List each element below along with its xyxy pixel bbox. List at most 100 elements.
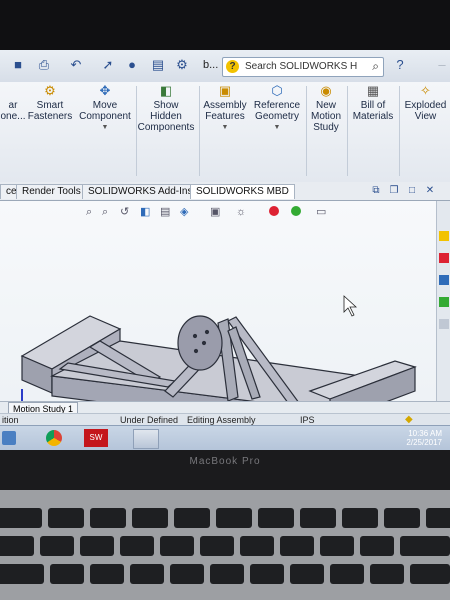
- file-explorer-icon[interactable]: [439, 275, 449, 285]
- ribbon-icon: [4, 84, 22, 98]
- ribbon-divider: [347, 86, 348, 176]
- dynamic-annotation-icon: ▤: [160, 206, 170, 218]
- frame-model[interactable]: [20, 315, 417, 432]
- keyboard: [0, 490, 450, 600]
- exploded-view-button[interactable]: ✧ Exploded View: [401, 84, 450, 123]
- new-motion-study-button[interactable]: ◉ New Motion Study: [306, 83, 346, 134]
- view-palette-icon[interactable]: [439, 297, 449, 307]
- keyboard-key: [280, 536, 314, 556]
- view-toolbar[interactable]: ⌕ ⌕ ↺ ◧ ▤ ◈ ▣ ☼ ▭: [86, 206, 326, 218]
- move-component-button[interactable]: ✥ Move Component ▼: [74, 84, 136, 133]
- search-input[interactable]: Search SOLIDWORKS H: [245, 61, 357, 72]
- show-hidden-components-button[interactable]: ◧ Show Hidden Components: [136, 83, 196, 134]
- assembly-features-icon: ▣: [218, 83, 232, 98]
- rebuild-status-icon[interactable]: ◆: [405, 414, 413, 425]
- zoom-fit-icon: ⌕: [86, 206, 92, 218]
- clock-time: 10:36 AM: [408, 429, 442, 438]
- chevron-down-icon[interactable]: ▼: [74, 122, 136, 133]
- keyboard-key: [250, 564, 284, 584]
- assembly-features-button[interactable]: ▣ Assembly Features ▼: [201, 84, 249, 133]
- solidworks-taskbar-icon[interactable]: SW: [84, 429, 108, 447]
- display-style-icon: ▣: [210, 206, 220, 218]
- section-view-icon: ◧: [140, 206, 150, 218]
- keyboard-key: [370, 564, 404, 584]
- tab-solidworks-add-ins[interactable]: SOLIDWORKS Add-Ins: [82, 184, 199, 199]
- restore-icon[interactable]: ❐: [386, 183, 402, 199]
- keyboard-key: [320, 536, 354, 556]
- assembly-features-label: Assembly Features: [203, 100, 247, 122]
- keyboard-key: [300, 508, 336, 528]
- print-icon[interactable]: ⎙: [36, 57, 52, 73]
- maximize-icon[interactable]: □: [404, 183, 420, 199]
- assembly-model: ⌕ ⌕ ↺ ◧ ▤ ◈ ▣ ☼ ▭: [13, 206, 417, 432]
- bill-of-materials-label: Bill of Materials: [352, 100, 394, 122]
- help-menu-icon[interactable]: ?: [392, 57, 408, 73]
- appearances-icon[interactable]: [439, 319, 449, 329]
- status-units[interactable]: IPS: [300, 415, 315, 425]
- system-clock[interactable]: 10:36 AM 2/25/2017: [406, 429, 442, 447]
- keyboard-key: [0, 564, 44, 584]
- keyboard-key: [50, 564, 84, 584]
- search-box[interactable]: ? Search SOLIDWORKS H ⌕: [222, 57, 384, 77]
- motion-study-icon: ◉: [320, 83, 332, 98]
- keyboard-key: [210, 564, 244, 584]
- select-arrow-icon[interactable]: ➚: [100, 57, 116, 73]
- keyboard-key: [90, 564, 124, 584]
- show-hidden-icon: ◧: [159, 83, 173, 98]
- keyboard-key: [384, 508, 420, 528]
- keyboard-key: [120, 536, 154, 556]
- keyboard-key: [330, 564, 364, 584]
- window-tile-icon[interactable]: ⧉: [368, 183, 384, 199]
- search-icon[interactable]: ⌕: [372, 59, 379, 74]
- ribbon-divider: [399, 86, 400, 176]
- keyboard-key: [290, 564, 324, 584]
- exploded-view-label: Exploded View: [404, 100, 447, 122]
- keyboard-key: [400, 536, 450, 556]
- design-library-icon[interactable]: [439, 253, 449, 263]
- keyboard-key: [130, 564, 164, 584]
- solidworks-window: ■ ⎙ ↶ ➚ ● ▤ ⚙ b... ? Search SOLIDWORKS H…: [0, 50, 450, 450]
- tab-render-tools[interactable]: Render Tools: [16, 184, 87, 199]
- minimize-icon[interactable]: –: [434, 57, 450, 73]
- show-hidden-label: Show Hidden Components: [137, 100, 195, 133]
- file-properties-icon[interactable]: ▤: [150, 57, 166, 73]
- chevron-down-icon[interactable]: ▼: [201, 122, 249, 133]
- keyboard-key: [0, 508, 42, 528]
- app-taskbar-icon[interactable]: [133, 429, 159, 449]
- mouse-pointer-icon: [343, 295, 358, 317]
- new-motion-study-label: New Motion Study: [310, 100, 341, 133]
- bill-of-materials-button[interactable]: ▦ Bill of Materials: [349, 84, 397, 123]
- rebuild-icon[interactable]: ●: [124, 57, 140, 73]
- view-orientation-icon: ◈: [180, 206, 189, 218]
- chevron-down-icon[interactable]: ▼: [250, 122, 304, 133]
- resources-icon[interactable]: [439, 231, 449, 241]
- graphics-area[interactable]: ⌕ ⌕ ↺ ◧ ▤ ◈ ▣ ☼ ▭: [0, 201, 436, 432]
- quick-access-toolbar: ■ ⎙ ↶ ➚ ● ▤ ⚙ b... ? Search SOLIDWORKS H…: [0, 50, 450, 83]
- previous-view-icon: ↺: [120, 206, 129, 218]
- fastener-icon: ⚙: [44, 83, 56, 98]
- keyboard-key: [170, 564, 204, 584]
- keyboard-key: [40, 536, 74, 556]
- keyboard-key: [426, 508, 450, 528]
- smart-fasteners-button[interactable]: ⚙ Smart Fasteners: [22, 83, 78, 123]
- smart-fasteners-label: Smart Fasteners: [27, 100, 73, 122]
- undo-icon[interactable]: ↶: [68, 57, 84, 73]
- reference-geometry-button[interactable]: ⬡ Reference Geometry ▼: [250, 84, 304, 133]
- ribbon-divider: [199, 86, 200, 176]
- keyboard-key: [174, 508, 210, 528]
- reference-geometry-label: Reference Geometry: [253, 100, 301, 122]
- scene-icon: [291, 206, 301, 216]
- keyboard-key: [258, 508, 294, 528]
- keyboard-key: [48, 508, 84, 528]
- start-icon[interactable]: [2, 431, 16, 445]
- keyboard-key: [410, 564, 450, 584]
- keyboard-key: [200, 536, 234, 556]
- keyboard-key: [160, 536, 194, 556]
- options-icon[interactable]: ⚙: [174, 57, 190, 73]
- tab-solidworks-mbd[interactable]: SOLIDWORKS MBD: [190, 184, 295, 199]
- close-icon[interactable]: ✕: [422, 183, 438, 199]
- save-icon[interactable]: ■: [10, 57, 26, 73]
- status-definition: Under Defined: [120, 415, 179, 425]
- chrome-icon[interactable]: [46, 430, 62, 446]
- appearance-icon: [269, 206, 279, 216]
